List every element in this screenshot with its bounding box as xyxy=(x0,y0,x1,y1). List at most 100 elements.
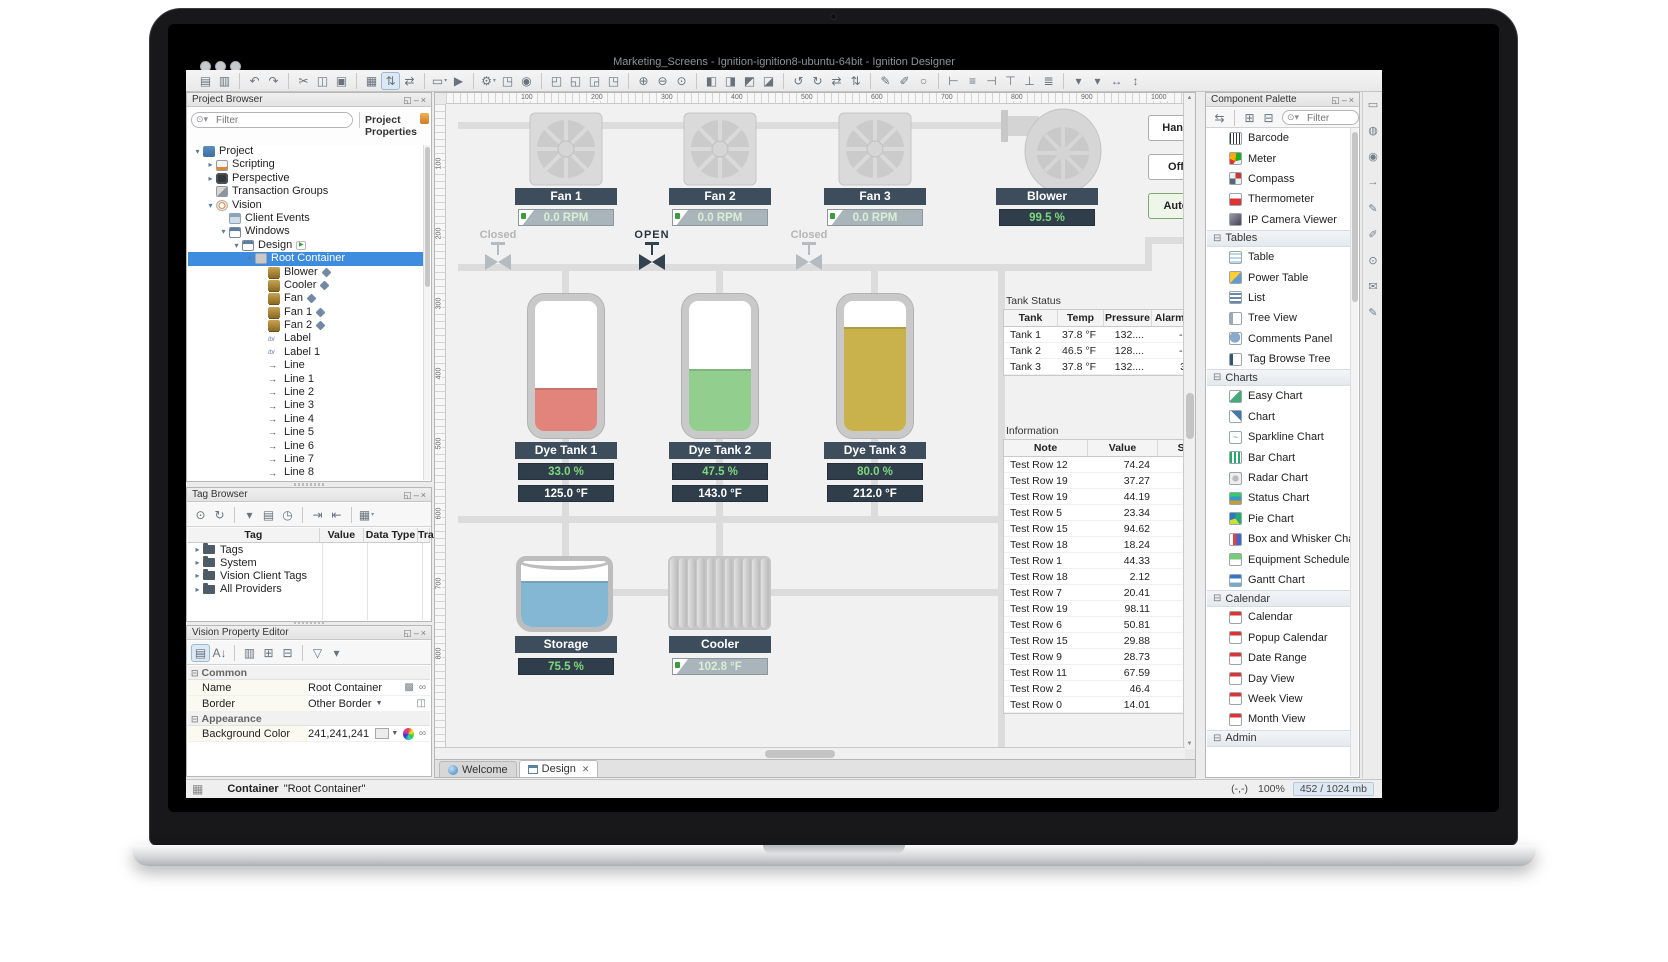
resize-se-icon[interactable]: ◲ xyxy=(585,72,604,90)
palette-item-chart[interactable]: Chart xyxy=(1207,407,1350,427)
zoom-in-icon[interactable]: ⊕ xyxy=(634,72,653,90)
paste-icon[interactable]: ▣ xyxy=(332,72,351,90)
tree-item-project[interactable]: ▾Project xyxy=(188,145,430,158)
palette-item-meter[interactable]: Meter xyxy=(1207,148,1350,168)
palette-item-power-table[interactable]: Power Table xyxy=(1207,267,1350,287)
expander-open-icon[interactable]: ▾ xyxy=(192,145,203,158)
tree-item-line-7[interactable]: →Line 7 xyxy=(188,453,430,466)
redo-icon[interactable]: ↷ xyxy=(264,72,283,90)
tree-item-line-3[interactable]: →Line 3 xyxy=(188,399,430,412)
palette-filter-input[interactable] xyxy=(1305,112,1354,124)
chevron-down-icon[interactable]: ▼ xyxy=(376,696,383,712)
sort-az-icon[interactable]: A↓ xyxy=(210,644,229,662)
mode-button-auto[interactable]: Auto xyxy=(1148,193,1185,219)
expander-open-icon[interactable]: ▾ xyxy=(231,239,242,252)
horizontal-scrollbar[interactable] xyxy=(435,747,1185,759)
udt-icon-icon[interactable]: ▤ xyxy=(259,506,278,524)
shape-tool-icon[interactable]: ▭▾ xyxy=(430,72,449,90)
property-row-border[interactable]: Border Other Border ▼ ◫ xyxy=(188,696,430,712)
palette-item-bar-chart[interactable]: Bar Chart xyxy=(1207,447,1350,467)
palette-item-week-view[interactable]: Week View xyxy=(1207,689,1350,709)
tree-item-blower[interactable]: Blower xyxy=(188,266,430,279)
tree-item-line-2[interactable]: →Line 2 xyxy=(188,386,430,399)
minimize-icon[interactable]: – xyxy=(414,95,421,105)
tag-folder-system[interactable]: ▸System xyxy=(188,556,430,569)
search-icon[interactable]: ⊙ xyxy=(191,506,210,524)
monitor-icon[interactable]: ▭ xyxy=(1363,98,1383,118)
fan-graphic[interactable] xyxy=(838,112,912,186)
float-icon[interactable]: ◱ xyxy=(403,95,414,105)
distribute-v-icon[interactable]: ↕ xyxy=(1126,72,1145,90)
align-center-icon[interactable]: ≡ xyxy=(963,72,982,90)
export-tags-icon[interactable]: ⇤ xyxy=(327,506,346,524)
palette-item-calendar[interactable]: Calendar xyxy=(1207,607,1350,627)
distribute-h-icon[interactable]: ↔ xyxy=(1107,72,1126,90)
close-tab-icon[interactable]: ✕ xyxy=(582,764,590,775)
palette-item-sparkline[interactable]: ~Sparkline Chart xyxy=(1207,427,1350,447)
palette-item-radar-chart[interactable]: Radar Chart xyxy=(1207,468,1350,488)
filter-menu-icon[interactable]: ▾ xyxy=(327,644,346,662)
tree-item-fan[interactable]: Fan xyxy=(188,292,430,305)
cut-icon[interactable]: ✂ xyxy=(294,72,313,90)
tree-item-scripting[interactable]: ▸Scripting xyxy=(188,158,430,171)
column-header-data-type[interactable]: Data Type xyxy=(364,528,418,542)
column-header-traits[interactable]: Traits xyxy=(418,528,430,542)
palette-section-calendar[interactable]: ⊟Calendar xyxy=(1207,590,1350,607)
palette-section-admin[interactable]: ⊟Admin xyxy=(1207,730,1350,747)
property-value[interactable]: Other Border xyxy=(308,696,372,712)
palette-item-status-chart[interactable]: Status Chart xyxy=(1207,488,1350,508)
ungroup-icon[interactable]: ◨ xyxy=(721,72,740,90)
tag-folder-all-providers[interactable]: ▸All Providers xyxy=(188,583,430,596)
close-icon[interactable]: × xyxy=(421,628,428,638)
project-tree-scrollbar[interactable] xyxy=(423,145,430,480)
project-properties-icon[interactable]: ◳ xyxy=(498,72,517,90)
palette-item-barcode[interactable]: Barcode xyxy=(1207,128,1350,148)
tab-welcome[interactable]: Welcome xyxy=(439,761,517,777)
size-menu-icon[interactable]: ▾ xyxy=(1069,72,1088,90)
swap-palette-icon[interactable]: ⇆ xyxy=(1210,109,1229,127)
categorize-icon[interactable]: ▤ xyxy=(191,644,210,662)
pattern-icon[interactable]: ▩ xyxy=(404,680,413,696)
bring-to-front-icon[interactable]: ◩ xyxy=(740,72,759,90)
expand-all-icon[interactable]: ⊞ xyxy=(1240,109,1259,127)
preview-play-icon[interactable]: ▶ xyxy=(449,72,468,90)
property-value[interactable]: Root Container xyxy=(308,680,382,696)
blower-graphic[interactable] xyxy=(991,106,1103,196)
palette-item-thermometer[interactable]: Thermometer xyxy=(1207,189,1350,209)
tools-icon[interactable]: ⚙▾ xyxy=(479,72,498,90)
refresh-icon[interactable]: ↻ xyxy=(210,506,229,524)
scroll-up-icon[interactable]: ▲ xyxy=(1184,95,1195,101)
expander-closed-icon[interactable]: ▸ xyxy=(192,558,203,567)
palette-item-month-view[interactable]: Month View xyxy=(1207,709,1350,729)
mode-button-off[interactable]: Off xyxy=(1148,154,1185,180)
pen-tool-icon[interactable]: ✎ xyxy=(876,72,895,90)
palette-item-popup-calendar[interactable]: Popup Calendar xyxy=(1207,628,1350,648)
align-top-icon[interactable]: ⊤ xyxy=(1001,72,1020,90)
zoom-reset-icon[interactable]: ⊙ xyxy=(672,72,691,90)
collapse-section-icon[interactable]: ⊟ xyxy=(1213,372,1221,383)
collapse-section-icon[interactable]: ⊟ xyxy=(191,668,199,678)
align-vertical-icon[interactable]: ⇅ xyxy=(381,72,400,90)
column-header-value[interactable]: Value xyxy=(320,528,364,542)
tree-item-vision[interactable]: ▾Vision xyxy=(188,199,430,212)
close-icon[interactable]: × xyxy=(421,490,428,500)
panel-splitter[interactable] xyxy=(294,483,324,486)
arrow-right-icon[interactable]: → xyxy=(1363,176,1383,196)
storage-tank-graphic[interactable] xyxy=(516,556,613,632)
timer-icon[interactable]: ◷ xyxy=(278,506,297,524)
collapse-section-icon[interactable]: ⊟ xyxy=(1213,733,1221,744)
palette-item-easy-chart[interactable]: Easy Chart xyxy=(1207,386,1350,406)
tree-item-perspective[interactable]: ▸Perspective xyxy=(188,172,430,185)
dye-tank-graphic[interactable] xyxy=(837,294,913,438)
valve-closed[interactable] xyxy=(796,242,822,280)
send-to-back-icon[interactable]: ◪ xyxy=(759,72,778,90)
resize-nw-icon[interactable]: ◰ xyxy=(547,72,566,90)
project-filter-input[interactable] xyxy=(214,114,348,126)
project-filter-box[interactable]: ⊙▾ xyxy=(191,112,353,128)
palette-item-pie-chart[interactable]: Pie Chart xyxy=(1207,509,1350,529)
tree-item-line[interactable]: →Line xyxy=(188,359,430,372)
canvas-content[interactable]: Fan 10.0 RPMFan 20.0 RPMFan 30.0 RPMBlow… xyxy=(446,104,1185,749)
resize-ne-icon[interactable]: ◱ xyxy=(566,72,585,90)
target-icon[interactable]: ⊙ xyxy=(1363,254,1383,274)
palette-section-tables[interactable]: ⊟Tables xyxy=(1207,230,1350,247)
